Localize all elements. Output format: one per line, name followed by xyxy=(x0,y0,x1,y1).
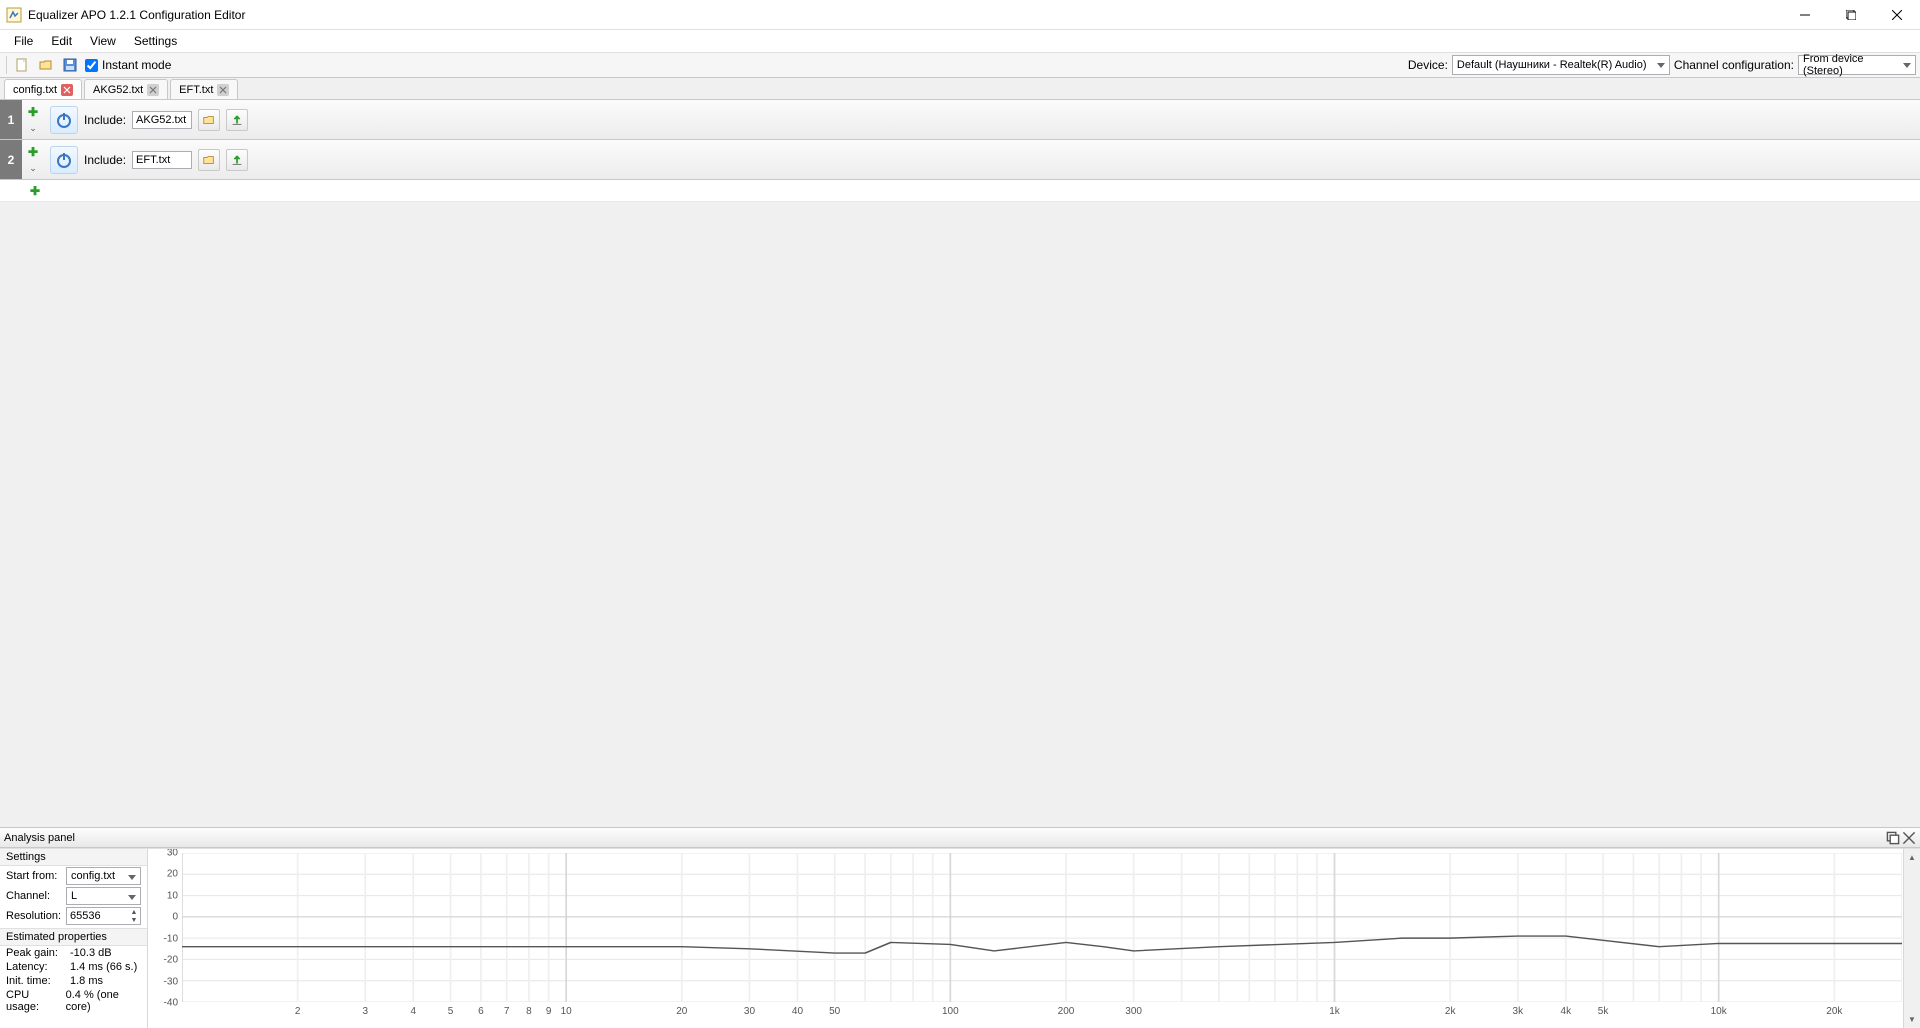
maximize-button[interactable] xyxy=(1828,0,1874,30)
include-input[interactable] xyxy=(132,111,192,129)
resolution-label: Resolution: xyxy=(6,910,62,922)
tab-eft[interactable]: EFT.txt xyxy=(170,79,238,99)
row-number[interactable]: 2 xyxy=(0,140,22,179)
start-from-select[interactable]: config.txt xyxy=(66,867,141,885)
tab-config[interactable]: config.txt xyxy=(4,79,82,99)
filter-list: 1 ✚ ⌄ Include: 2 ✚ ⌄ Include: xyxy=(0,100,1920,202)
close-icon[interactable] xyxy=(217,84,229,96)
scroll-up-icon[interactable]: ▲ xyxy=(1904,849,1920,866)
channel-config-label: Channel configuration: xyxy=(1674,58,1794,72)
add-above-icon[interactable]: ✚ xyxy=(28,106,38,118)
analysis-graph: 3020100-10-20-30-40 23456789102030405010… xyxy=(148,849,1920,1028)
device-label: Device: xyxy=(1408,58,1448,72)
channel-select[interactable]: L xyxy=(66,887,141,905)
toolbar: Instant mode Device: Default (Наушники -… xyxy=(0,52,1920,78)
app-icon xyxy=(6,7,22,23)
add-filter-row: ✚ xyxy=(0,180,1920,202)
start-from-label: Start from: xyxy=(6,870,62,882)
close-panel-icon[interactable] xyxy=(1902,831,1916,845)
tab-label: config.txt xyxy=(13,84,57,96)
close-button[interactable] xyxy=(1874,0,1920,30)
menu-bar: File Edit View Settings xyxy=(0,30,1920,52)
workspace xyxy=(0,202,1920,827)
include-label: Include: xyxy=(84,113,126,127)
x-axis: 2345678910203040501002003001k2k3k4k5k10k… xyxy=(182,1006,1902,1020)
add-above-icon[interactable]: ✚ xyxy=(28,146,38,158)
analysis-panel-header: Analysis panel xyxy=(0,827,1920,848)
include-input[interactable] xyxy=(132,151,192,169)
close-icon[interactable] xyxy=(147,84,159,96)
export-button[interactable] xyxy=(226,149,248,171)
scroll-down-icon[interactable]: ▼ xyxy=(1904,1011,1920,1028)
resolution-spinner[interactable]: ▲▼ xyxy=(66,907,141,925)
device-select[interactable]: Default (Наушники - Realtek(R) Audio) xyxy=(1452,55,1670,75)
title-bar: Equalizer APO 1.2.1 Configuration Editor xyxy=(0,0,1920,30)
new-file-button[interactable] xyxy=(11,54,33,76)
open-file-button[interactable] xyxy=(35,54,57,76)
plot-area xyxy=(182,853,1902,1002)
tab-bar: config.txt AKG52.txt EFT.txt xyxy=(0,78,1920,100)
menu-edit[interactable]: Edit xyxy=(43,32,80,50)
instant-mode-checkbox[interactable] xyxy=(85,59,98,72)
row-number[interactable]: 1 xyxy=(0,100,22,139)
close-icon[interactable] xyxy=(61,84,73,96)
menu-view[interactable]: View xyxy=(82,32,124,50)
browse-button[interactable] xyxy=(198,109,220,131)
channel-label: Channel: xyxy=(6,890,62,902)
undock-icon[interactable] xyxy=(1886,831,1900,845)
export-button[interactable] xyxy=(226,109,248,131)
power-toggle[interactable] xyxy=(50,146,78,174)
menu-settings[interactable]: Settings xyxy=(126,32,185,50)
instant-mode-label: Instant mode xyxy=(102,58,171,72)
power-toggle[interactable] xyxy=(50,106,78,134)
settings-head: Settings xyxy=(0,849,147,866)
include-label: Include: xyxy=(84,153,126,167)
tab-akg52[interactable]: AKG52.txt xyxy=(84,79,168,99)
analysis-panel: Settings Start from: config.txt Channel:… xyxy=(0,848,1920,1028)
add-filter-button[interactable]: ✚ xyxy=(30,185,40,197)
estimated-head: Estimated properties xyxy=(0,928,147,946)
expand-icon[interactable]: ⌄ xyxy=(29,124,37,133)
channel-config-select[interactable]: From device (Stereo) xyxy=(1798,55,1916,75)
save-button[interactable] xyxy=(59,54,81,76)
browse-button[interactable] xyxy=(198,149,220,171)
analysis-settings: Settings Start from: config.txt Channel:… xyxy=(0,849,148,1028)
y-axis: 3020100-10-20-30-40 xyxy=(148,849,182,1028)
tab-label: AKG52.txt xyxy=(93,84,143,96)
filter-row: 1 ✚ ⌄ Include: xyxy=(0,100,1920,140)
analysis-title-label: Analysis panel xyxy=(4,832,75,844)
instant-mode-toggle[interactable]: Instant mode xyxy=(85,58,171,72)
filter-row: 2 ✚ ⌄ Include: xyxy=(0,140,1920,180)
window-title: Equalizer APO 1.2.1 Configuration Editor xyxy=(28,8,245,22)
expand-icon[interactable]: ⌄ xyxy=(29,164,37,173)
menu-file[interactable]: File xyxy=(6,32,41,50)
vertical-scrollbar[interactable]: ▲ ▼ xyxy=(1903,849,1920,1028)
minimize-button[interactable] xyxy=(1782,0,1828,30)
tab-label: EFT.txt xyxy=(179,84,213,96)
